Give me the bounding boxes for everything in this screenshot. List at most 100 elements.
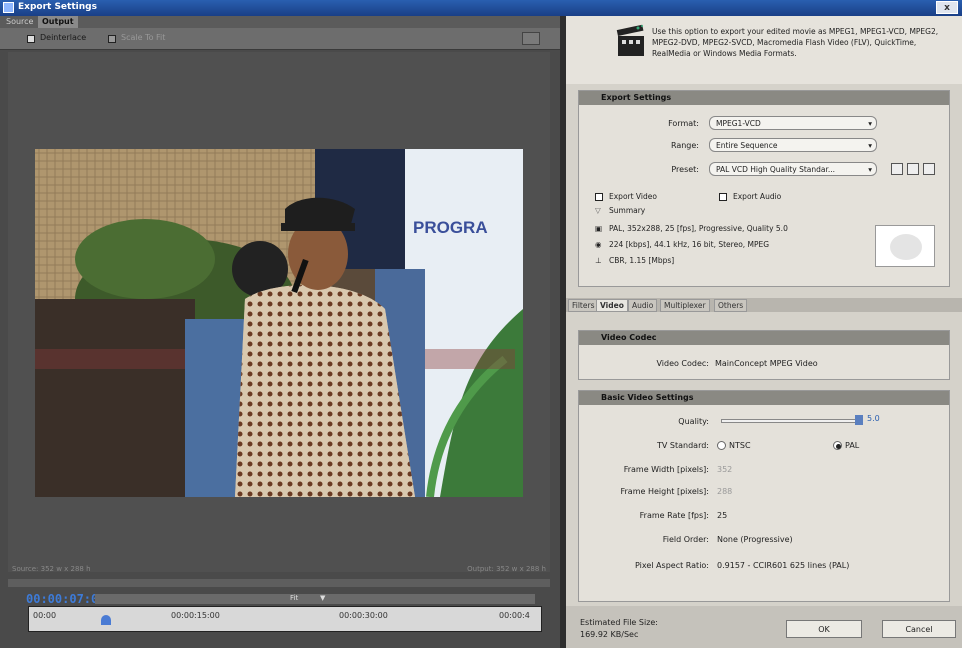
source-info: Source: 352 w x 288 h [12, 565, 91, 573]
delete-preset-icon[interactable] [923, 163, 935, 175]
ok-button[interactable]: OK [786, 620, 862, 638]
video-codec-panel: Video Codec Video Codec: MainConcept MPE… [578, 330, 950, 380]
preview-toolbar: Deinterlace Scale To Fit [0, 28, 560, 50]
tab-video[interactable]: Video [596, 299, 628, 312]
viewer-scrollbar[interactable] [8, 579, 550, 587]
settings-tabs: Filters Video Audio Multiplexer Others [566, 298, 962, 312]
crop-icon[interactable] [522, 32, 540, 45]
pal-radio[interactable] [833, 441, 842, 450]
video-codec-value[interactable]: MainConcept MPEG Video [715, 359, 818, 368]
basic-video-settings-header: Basic Video Settings [579, 391, 949, 405]
chevron-down-icon: ▾ [868, 141, 872, 150]
quality-slider[interactable]: 5.0 [579, 407, 951, 427]
audio-summary: 224 [kbps], 44.1 kHz, 16 bit, Stereo, MP… [609, 240, 770, 249]
tab-filters[interactable]: Filters [568, 299, 599, 312]
tab-source[interactable]: Source [2, 16, 37, 28]
frame-rate-label: Frame Rate [fps]: [639, 511, 709, 520]
chevron-down-icon: ▾ [868, 165, 872, 174]
quality-value: 5.0 [867, 414, 880, 423]
basic-video-settings-panel: Basic Video Settings Quality: 5.0 TV Sta… [578, 390, 950, 602]
summary-toggle-icon[interactable]: ▽ [595, 206, 601, 215]
export-settings-header: Export Settings [579, 91, 949, 105]
zoom-fit-select[interactable]: Fit ▼ [95, 594, 535, 604]
video-summary: PAL, 352x288, 25 [fps], Progressive, Qua… [609, 224, 788, 233]
summary-label: Summary [609, 206, 646, 215]
clapperboard-icon [616, 24, 644, 56]
deinterlace-label: Deinterlace [40, 33, 87, 42]
timeline-ruler[interactable]: 00:00 00:00:15:00 00:00:30:00 00:00:4 [28, 606, 542, 632]
settings-pane: Use this option to export your edited mo… [566, 16, 962, 648]
format-dropdown[interactable]: MPEG1-VCD ▾ [709, 116, 877, 130]
file-size-value: 169.92 KB/Sec [580, 630, 639, 639]
thumbnail-circle [890, 234, 922, 260]
pixel-aspect-value[interactable]: 0.9157 - CCIR601 625 lines (PAL) [717, 561, 849, 570]
window-title: Export Settings [18, 2, 97, 12]
tv-standard-label: TV Standard: [657, 441, 709, 450]
dialog-footer: Estimated File Size: 169.92 KB/Sec OK Ca… [566, 606, 962, 648]
audio-summary-icon: ◉ [595, 240, 602, 249]
frame-width-value: 352 [717, 465, 733, 474]
timecode-display[interactable]: 00:00:07:05 [26, 592, 105, 606]
preview-pane: Source Output Deinterlace Scale To Fit P… [0, 16, 560, 648]
format-label: Format: [668, 119, 699, 128]
banner-text: PROGRA [413, 218, 488, 237]
output-info: Output: 352 w x 288 h [467, 565, 546, 573]
file-size-label: Estimated File Size: [580, 618, 659, 627]
range-value: Entire Sequence [716, 141, 778, 150]
pixel-aspect-label: Pixel Aspect Ratio: [635, 561, 709, 570]
video-codec-header: Video Codec [579, 331, 949, 345]
export-audio-checkbox[interactable] [719, 193, 727, 201]
ntsc-label: NTSC [729, 441, 751, 450]
field-order-label: Field Order: [662, 535, 709, 544]
video-frame: PROGRA [35, 149, 523, 497]
pal-label: PAL [845, 441, 860, 450]
chevron-down-icon: ▾ [868, 119, 872, 128]
tab-output[interactable]: Output [38, 16, 78, 28]
ntsc-radio[interactable] [717, 441, 726, 450]
preset-label: Preset: [671, 165, 699, 174]
import-preset-icon[interactable] [907, 163, 919, 175]
export-video-label: Export Video [609, 192, 657, 201]
deinterlace-checkbox[interactable] [27, 35, 35, 43]
export-description: Use this option to export your edited mo… [652, 27, 939, 58]
frame-rate-value[interactable]: 25 [717, 511, 727, 520]
video-codec-label: Video Codec: [656, 359, 709, 368]
tick-label: 00:00:30:00 [339, 611, 388, 620]
video-viewer: PROGRA Source: 352 w x 288 h Output: 352… [8, 52, 550, 573]
preset-dropdown[interactable]: PAL VCD High Quality Standar... ▾ [709, 162, 877, 176]
frame-height-value: 288 [717, 487, 733, 496]
save-preset-icon[interactable] [891, 163, 903, 175]
video-summary-icon: ▣ [595, 224, 603, 233]
quality-track [721, 419, 861, 423]
range-dropdown[interactable]: Entire Sequence ▾ [709, 138, 877, 152]
field-order-value[interactable]: None (Progressive) [717, 535, 793, 544]
close-icon[interactable]: x [936, 1, 958, 14]
zoom-fit-label: Fit [290, 594, 299, 602]
tick-label: 00:00:4 [499, 611, 530, 620]
export-video-checkbox[interactable] [595, 193, 603, 201]
scale-to-fit-label: Scale To Fit [121, 33, 166, 42]
scale-to-fit-checkbox[interactable] [108, 35, 116, 43]
tick-label: 00:00 [33, 611, 57, 620]
preset-value: PAL VCD High Quality Standar... [716, 165, 836, 174]
preset-thumbnail [875, 225, 935, 267]
format-value: MPEG1-VCD [716, 119, 761, 128]
export-audio-label: Export Audio [733, 192, 782, 201]
tab-others[interactable]: Others [714, 299, 748, 312]
preview-tabs: Source Output [0, 16, 560, 28]
export-settings-panel: Export Settings Format: MPEG1-VCD ▾ Range… [578, 90, 950, 287]
tick-label: 00:00:15:00 [171, 611, 220, 620]
bitrate-summary-icon: ⊥ [595, 256, 602, 265]
frame-height-label: Frame Height [pixels]: [620, 487, 710, 496]
playhead-icon[interactable] [101, 615, 111, 625]
quality-knob[interactable] [855, 415, 863, 425]
tab-audio[interactable]: Audio [628, 299, 658, 312]
frame-width-label: Frame Width [pixels]: [623, 465, 709, 474]
tab-multiplexer[interactable]: Multiplexer [660, 299, 710, 312]
cancel-button[interactable]: Cancel [882, 620, 956, 638]
info-header: Use this option to export your edited mo… [566, 16, 962, 84]
range-label: Range: [670, 141, 699, 150]
title-bar: Export Settings x [0, 0, 962, 16]
app-icon [3, 2, 14, 13]
bitrate-summary: CBR, 1.15 [Mbps] [609, 256, 675, 265]
